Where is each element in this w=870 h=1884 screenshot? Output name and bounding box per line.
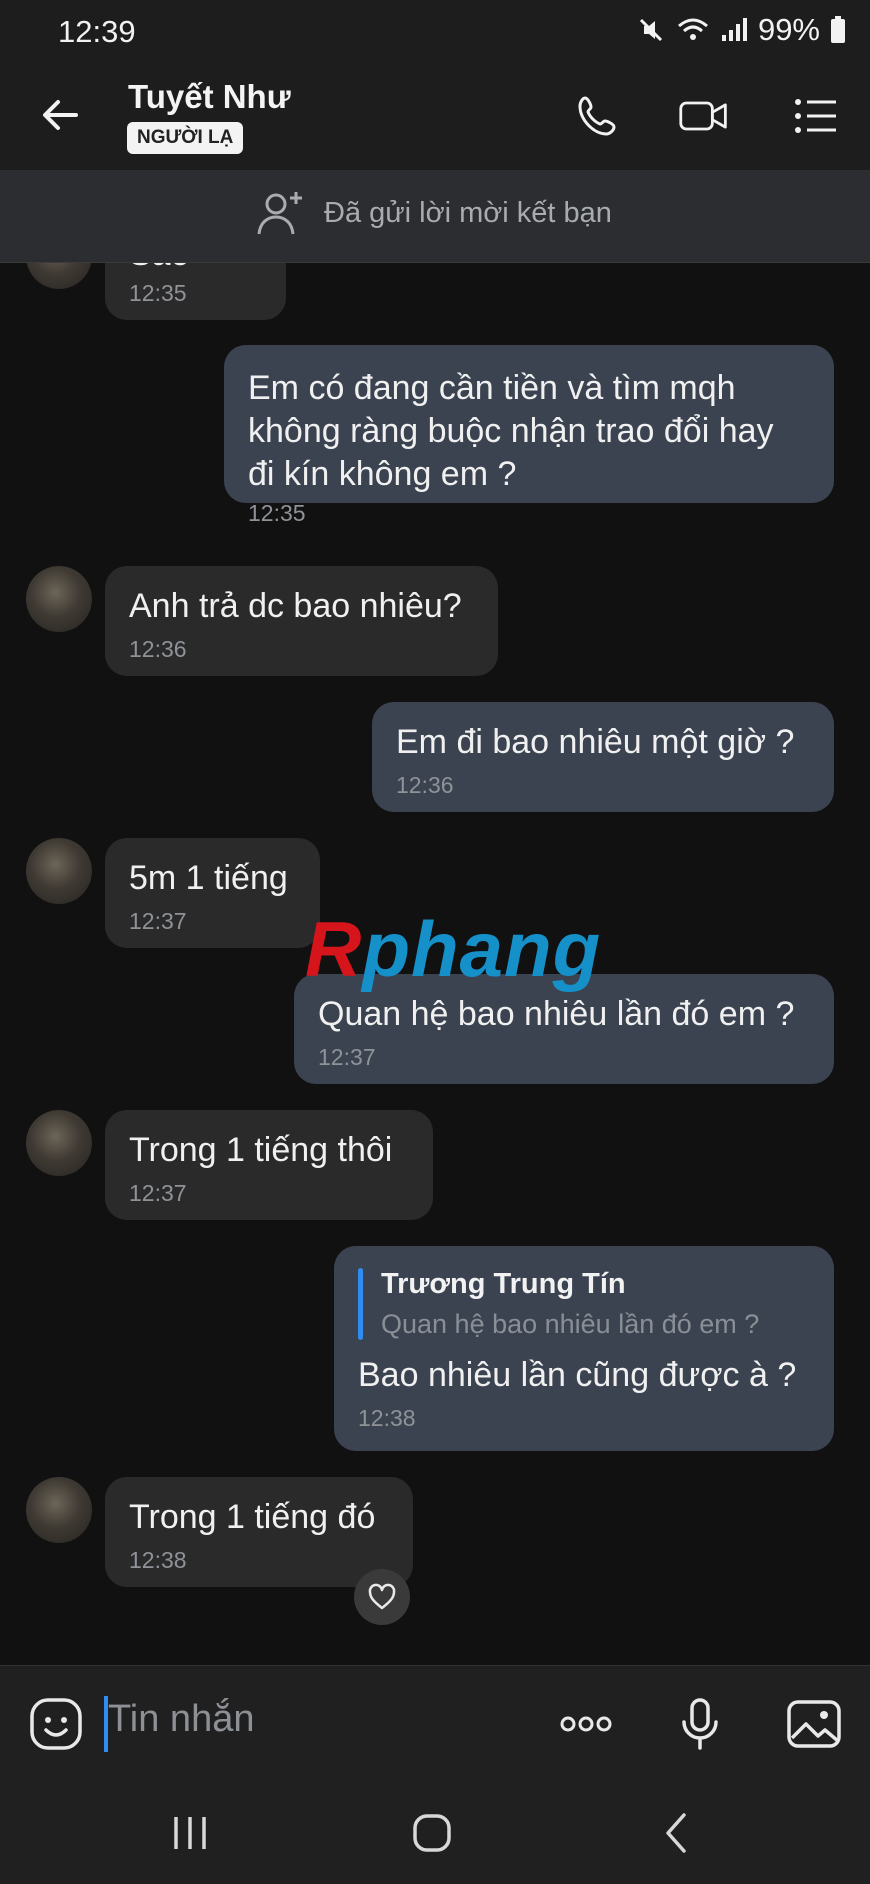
message-bubble-incoming[interactable]: 5m 1 tiếng 12:37: [105, 838, 320, 948]
reply-quote[interactable]: Trương Trung Tín Quan hệ bao nhiêu lần đ…: [358, 1268, 810, 1340]
message-time: 12:35: [248, 500, 306, 526]
message-bubble-outgoing[interactable]: Em có đang cần tiền và tìm mqh không ràn…: [224, 345, 834, 526]
video-camera-icon[interactable]: [678, 90, 730, 142]
contact-avatar[interactable]: [26, 838, 92, 904]
quote-accent-bar: [358, 1268, 363, 1340]
contact-name[interactable]: Tuyết Như: [128, 78, 291, 116]
home-icon[interactable]: [408, 1809, 456, 1857]
back-arrow-icon[interactable]: [36, 90, 86, 140]
status-bar: 12:39 99%: [0, 0, 870, 62]
system-back-icon[interactable]: [654, 1809, 702, 1857]
stranger-badge: NGƯỜI LẠ: [127, 122, 244, 154]
message-time: 12:37: [318, 1044, 376, 1070]
message-text: Bao nhiêu lần cũng được à ?: [358, 1356, 797, 1394]
message-bubble-incoming[interactable]: Anh trả dc bao nhiêu? 12:36: [105, 566, 498, 676]
message-text: Em có đang cần tiền và tìm mqh không ràn…: [248, 369, 774, 493]
message-bubble-incoming[interactable]: Trong 1 tiếng đó 12:38: [105, 1477, 413, 1587]
message-text: Anh trả dc bao nhiêu?: [129, 587, 462, 625]
contact-avatar[interactable]: [26, 1477, 92, 1543]
watermark-logo: Rphang: [305, 904, 601, 995]
message-text: Sao: [129, 263, 262, 276]
more-dots-icon[interactable]: [556, 1694, 616, 1754]
contact-avatar[interactable]: [26, 1110, 92, 1176]
message-bubble-incoming[interactable]: Trong 1 tiếng thôi 12:37: [105, 1110, 433, 1220]
system-nav-bar: [0, 1783, 870, 1884]
message-time: 12:37: [129, 1180, 187, 1206]
phone-icon[interactable]: [572, 90, 624, 142]
message-input[interactable]: Tin nhắn: [108, 1698, 254, 1741]
status-icons: 99%: [636, 12, 846, 48]
message-time: 12:38: [129, 1547, 187, 1573]
mute-icon: [639, 18, 663, 42]
friend-request-text: Đã gửi lời mời kết bạn: [324, 196, 612, 229]
battery-level: 99%: [757, 12, 820, 47]
wifi-icon: [677, 18, 708, 40]
watermark-part-2: phang: [362, 905, 602, 993]
message-time: 12:38: [358, 1405, 416, 1431]
friend-request-banner: Đã gửi lời mời kết bạn: [0, 170, 870, 263]
heart-icon: [368, 1583, 396, 1610]
contact-avatar[interactable]: [26, 566, 92, 632]
contact-avatar[interactable]: [26, 263, 92, 289]
message-time: 12:37: [129, 908, 187, 934]
message-time: 12:35: [129, 280, 187, 306]
message-bubble-outgoing[interactable]: Em đi bao nhiêu một giờ ? 12:36: [372, 702, 834, 812]
message-time: 12:36: [396, 772, 454, 798]
battery-icon: [831, 16, 845, 43]
message-text: Trong 1 tiếng đó: [129, 1498, 376, 1536]
message-bubble-incoming[interactable]: Sao 12:35: [105, 263, 286, 320]
message-bubble-outgoing-reply[interactable]: Trương Trung Tín Quan hệ bao nhiêu lần đ…: [334, 1246, 834, 1451]
watermark-part-1: R: [305, 905, 363, 993]
quote-text: Quan hệ bao nhiêu lần đó em ?: [381, 1309, 760, 1339]
image-gallery-icon[interactable]: [784, 1694, 844, 1754]
message-text: Quan hệ bao nhiêu lần đó em ?: [318, 995, 795, 1033]
message-text: Em đi bao nhiêu một giờ ?: [396, 723, 795, 761]
status-time: 12:39: [58, 14, 136, 49]
signal-icon: [721, 18, 747, 41]
recent-apps-icon[interactable]: [166, 1809, 214, 1857]
list-menu-icon[interactable]: [790, 90, 842, 142]
message-text: 5m 1 tiếng: [129, 859, 288, 897]
message-text: Trong 1 tiếng thôi: [129, 1131, 393, 1169]
message-composer: Tin nhắn: [0, 1665, 870, 1783]
message-time: 12:36: [129, 636, 187, 662]
react-heart-button[interactable]: [354, 1569, 410, 1625]
quote-author: Trương Trung Tín: [381, 1268, 626, 1300]
microphone-icon[interactable]: [670, 1694, 730, 1754]
add-friend-icon: [257, 192, 302, 235]
sticker-face-icon[interactable]: [26, 1694, 86, 1754]
chat-header: Tuyết Như NGƯỜI LẠ: [0, 62, 870, 170]
